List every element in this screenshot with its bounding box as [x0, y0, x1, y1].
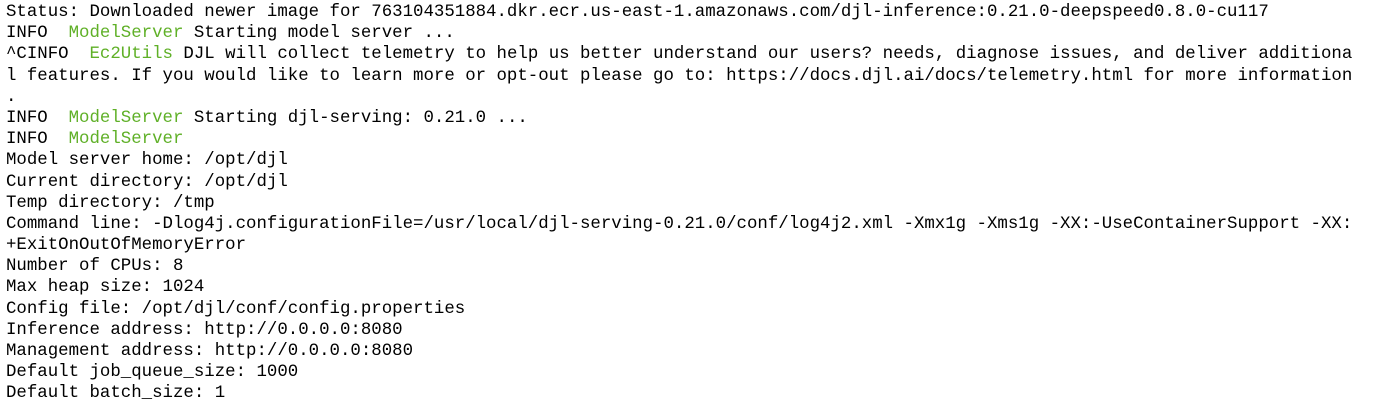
terminal-output[interactable]: Status: Downloaded newer image for 76310…: [0, 0, 1400, 412]
log-text: Temp directory: /tmp: [6, 193, 215, 213]
log-text: Inference address: http://0.0.0.0:8080: [6, 320, 403, 340]
terminal-line: Temp directory: /tmp: [6, 193, 1400, 214]
log-level: INFO: [6, 108, 69, 128]
log-level: ^CINFO: [6, 45, 90, 65]
log-text: Default job_queue_size: 1000: [6, 363, 299, 383]
log-text: Starting djl-serving: 0.21.0 ...: [183, 108, 528, 128]
log-text: Status: Downloaded newer image for 76310…: [6, 3, 1269, 22]
terminal-line: Max heap size: 1024: [6, 277, 1400, 298]
terminal-line: INFO ModelServer Starting model server .…: [6, 23, 1400, 44]
log-text: Number of CPUs: 8: [6, 257, 184, 277]
log-level: INFO: [6, 130, 69, 150]
log-text: Config file: /opt/djl/conf/config.proper…: [6, 299, 466, 319]
terminal-line: Default batch_size: 1: [6, 383, 1400, 404]
logger-name: Ec2Utils: [89, 45, 174, 65]
log-text: Model server home: /opt/djl: [6, 151, 288, 171]
terminal-line: .: [6, 87, 1400, 108]
log-text: Default batch_size: 1: [6, 384, 226, 404]
terminal-line: l features. If you would like to learn m…: [6, 66, 1400, 87]
terminal-line: Config file: /opt/djl/conf/config.proper…: [6, 299, 1400, 320]
log-text: Command line: -Dlog4j.configurationFile=…: [6, 214, 1353, 234]
log-text: .: [6, 87, 17, 107]
log-text: l features. If you would like to learn m…: [6, 66, 1353, 86]
terminal-line: Status: Downloaded newer image for 76310…: [6, 2, 1400, 23]
log-text: Starting model server ...: [183, 24, 455, 44]
log-text: +ExitOnOutOfMemoryError: [6, 236, 247, 256]
terminal-line: ^CINFO Ec2Utils DJL will collect telemet…: [6, 44, 1400, 65]
terminal-line: +ExitOnOutOfMemoryError: [6, 235, 1400, 256]
log-text: Current directory: /opt/djl: [6, 172, 288, 192]
terminal-line: Command line: -Dlog4j.configurationFile=…: [6, 214, 1400, 235]
logger-name: ModelServer: [68, 24, 184, 44]
log-text: Management address: http://0.0.0.0:8080: [6, 342, 414, 361]
logger-name: ModelServer: [68, 130, 184, 150]
terminal-line: Model server home: /opt/djl: [6, 150, 1400, 171]
terminal-line: INFO ModelServer Starting djl-serving: 0…: [6, 108, 1400, 129]
terminal-line: INFO ModelServer: [6, 129, 1400, 150]
log-level: INFO: [6, 24, 69, 44]
log-text: Max heap size: 1024: [6, 278, 205, 298]
terminal-line: Current directory: /opt/djl: [6, 172, 1400, 193]
terminal-line: Inference address: http://0.0.0.0:8080: [6, 320, 1400, 341]
terminal-line: Default job_queue_size: 1000: [6, 362, 1400, 383]
terminal-line: Management address: http://0.0.0.0:8080: [6, 341, 1400, 362]
logger-name: ModelServer: [68, 108, 184, 128]
log-text: DJL will collect telemetry to help us be…: [173, 45, 1353, 65]
terminal-line: Number of CPUs: 8: [6, 256, 1400, 277]
